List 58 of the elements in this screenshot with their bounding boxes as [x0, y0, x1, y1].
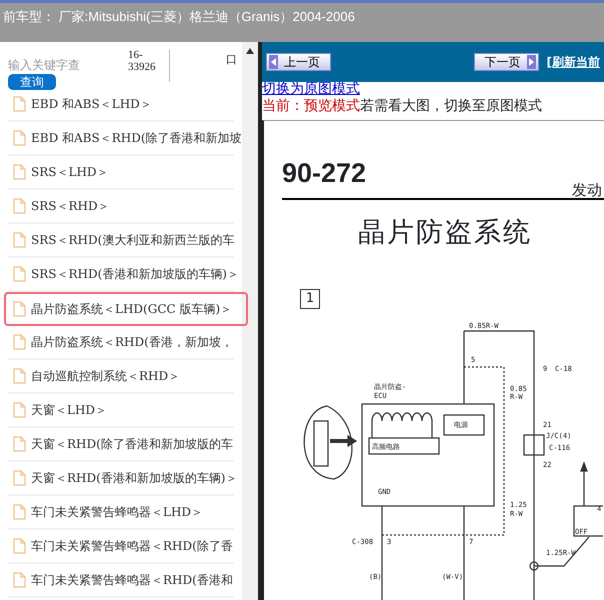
topic-item[interactable]: 天窗＜RHD(除了香港和新加坡版的车 [8, 428, 234, 462]
topic-item[interactable]: 晶片防盗系统＜LHD(GCC 版车辆)＞ [4, 292, 248, 326]
topic-item[interactable]: SRS＜RHD(香港和新加坡版的车辆)＞ [8, 258, 234, 292]
topic-item[interactable]: SRS＜RHD＞ [8, 190, 234, 224]
mode-status: 当前：预览模式若需看大图，切换至原图模式 [262, 97, 543, 116]
document-icon [13, 232, 26, 248]
refresh-link[interactable]: [刷新当前 [546, 53, 600, 71]
document-icon [13, 130, 26, 146]
document-icon [13, 572, 26, 588]
topic-item[interactable]: SRS＜LHD＞ [8, 156, 234, 190]
topic-item[interactable]: 车门未关紧警告蜂鸣器＜RHD(除了香 [8, 530, 234, 564]
document-icon [13, 470, 26, 486]
topic-label: SRS＜RHD＞ [31, 198, 110, 215]
topic-item[interactable]: 车门未关紧警告蜂鸣器＜LHD＞ [8, 496, 234, 530]
left-arrow-icon [269, 55, 278, 69]
document-icon [13, 96, 26, 112]
document-icon [13, 266, 26, 282]
search-button[interactable]: 查询 [8, 74, 56, 90]
topic-item[interactable]: EBD 和ABS＜LHD＞ [8, 88, 234, 122]
topic-label: 天窗＜RHD(除了香港和新加坡版的车 [31, 436, 233, 453]
topic-label: 车门未关紧警告蜂鸣器＜RHD(香港和 [31, 572, 233, 589]
document-icon [13, 436, 26, 452]
next-page-button[interactable]: 下一页 [474, 53, 539, 71]
document-icon [13, 301, 26, 317]
topic-label: EBD 和ABS＜RHD(除了香港和新加坡 [31, 130, 242, 147]
topic-label: 天窗＜LHD＞ [31, 402, 108, 419]
document-icon [13, 504, 26, 520]
topic-item[interactable]: 车门未关紧警告蜂鸣器＜RHD(香港和 [8, 564, 234, 598]
page-number: 90-272 [282, 157, 366, 190]
topic-item[interactable]: 天窗＜RHD(香港和新加坡版的车辆)＞ [8, 462, 234, 496]
document-icon [13, 164, 26, 180]
document-title: 晶片防盗系统 [358, 216, 532, 250]
topic-item[interactable]: 晶片防盗系统＜RHD(香港，新加坡， [8, 326, 234, 360]
topic-label: 车门未关紧警告蜂鸣器＜LHD＞ [31, 504, 204, 521]
topic-item[interactable]: SRS＜RHD(澳大利亚和新西兰版的车 [8, 224, 234, 258]
figure-number: 1 [300, 289, 320, 309]
section-heading: 发动 [572, 180, 602, 201]
previous-page-button[interactable]: 上一页 [266, 53, 331, 71]
scroll-up-icon[interactable] [246, 48, 254, 54]
topic-item[interactable]: 天窗＜LHD＞ [8, 394, 234, 428]
topic-label: 自动巡航控制系统＜RHD＞ [31, 368, 180, 385]
document-icon [13, 368, 26, 384]
topic-label: 晶片防盗系统＜LHD(GCC 版车辆)＞ [31, 301, 232, 318]
scrollbar[interactable] [242, 42, 258, 600]
document-icon [13, 198, 26, 214]
topic-label: EBD 和ABS＜LHD＞ [31, 96, 152, 113]
topic-item[interactable]: 自动巡航控制系统＜RHD＞ [8, 360, 234, 394]
title-bar: 前车型： 厂家:Mitsubishi(三菱）格兰迪（Granis）2004-2006 [0, 0, 604, 42]
topic-label: SRS＜LHD＞ [31, 164, 109, 181]
document-icon [13, 538, 26, 554]
document-icon [13, 334, 26, 350]
topic-label: SRS＜RHD(澳大利亚和新西兰版的车 [31, 232, 234, 249]
switch-mode-link[interactable]: 切换为原图模式 [262, 82, 604, 96]
right-arrow-icon [526, 55, 536, 69]
topic-label: 晶片防盗系统＜RHD(香港，新加坡， [31, 334, 233, 351]
document-icon [13, 402, 26, 418]
topic-label: 车门未关紧警告蜂鸣器＜RHD(除了香 [31, 538, 233, 555]
code-text: 16-33926 [128, 50, 170, 82]
